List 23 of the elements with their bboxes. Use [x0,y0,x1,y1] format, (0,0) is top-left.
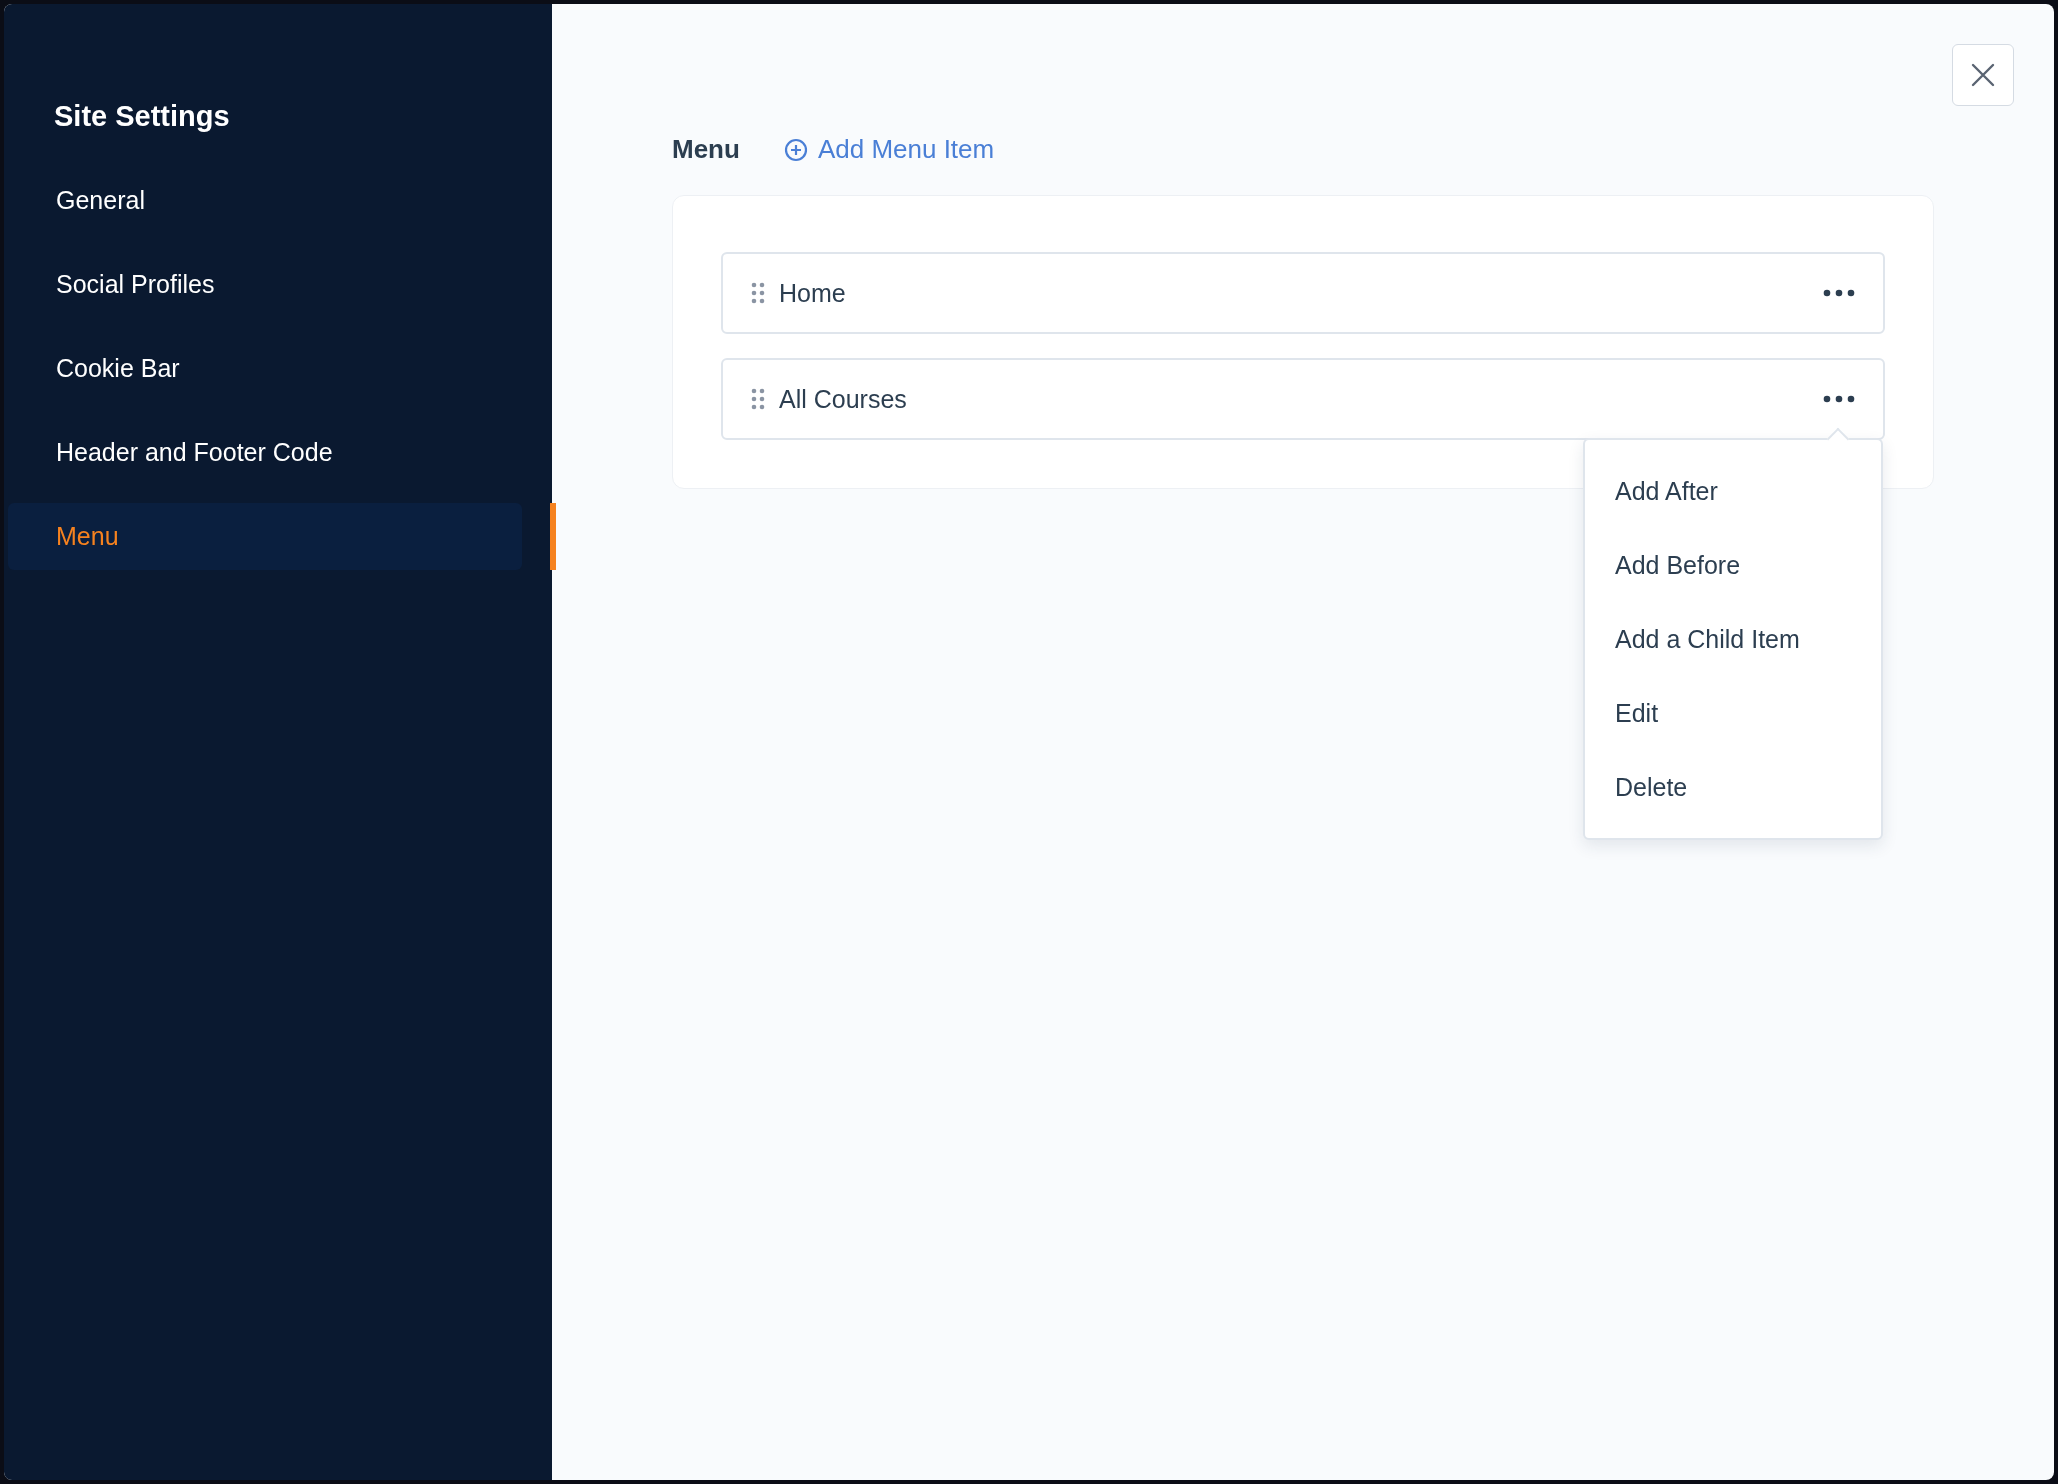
close-button[interactable] [1952,44,2014,106]
sidebar-item[interactable]: Social Profiles [8,251,522,318]
plus-circle-icon [783,137,808,162]
more-icon [1823,395,1855,403]
menu-item-label: All Courses [779,384,908,414]
sidebar-title: Site Settings [53,100,231,133]
context-menu-item[interactable]: Edit [1585,676,1881,750]
drag-handle-icon[interactable] [751,388,765,410]
more-icon [1823,289,1855,297]
context-menu-item[interactable]: Add After [1585,454,1881,528]
active-indicator [550,503,556,570]
drag-handle-icon[interactable] [751,282,765,304]
menu-item-row[interactable]: Home [721,252,1885,334]
context-menu-item[interactable]: Add a Child Item [1585,602,1881,676]
context-menu-item[interactable]: Add Before [1585,528,1881,602]
section-heading: Menu [672,134,740,165]
menu-item-label: Home [779,278,847,308]
close-icon [1971,63,1995,87]
sidebar-item[interactable]: General [8,167,522,234]
add-menu-item-button[interactable]: Add Menu Item [783,134,995,165]
sidebar-item[interactable]: Cookie Bar [8,335,522,402]
sidebar-item[interactable]: Header and Footer Code [8,419,522,486]
context-menu-item[interactable]: Delete [1585,750,1881,824]
